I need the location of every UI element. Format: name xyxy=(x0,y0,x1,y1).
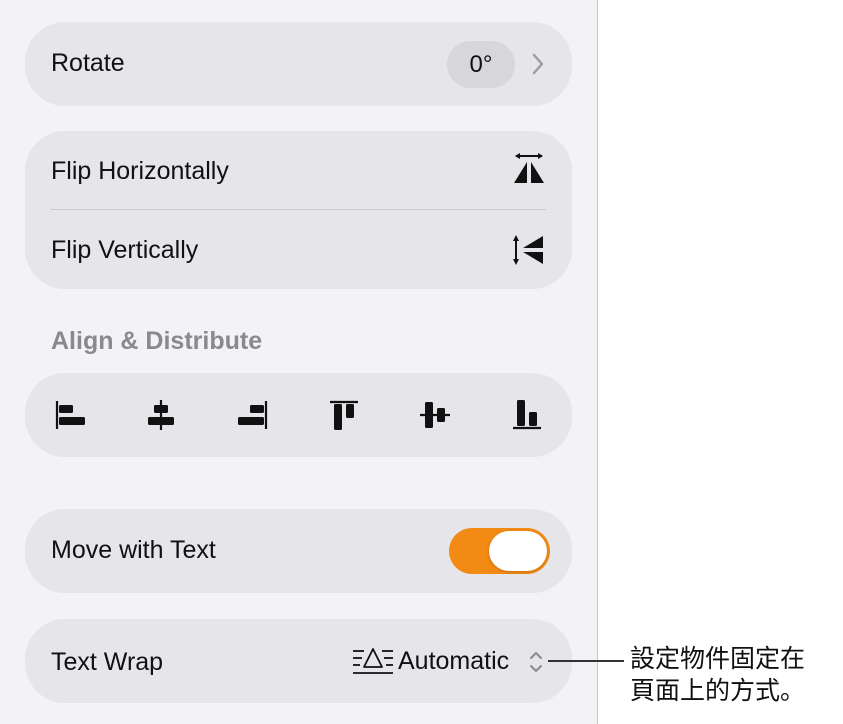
toggle-knob xyxy=(489,531,547,571)
callout-line-2: 頁面上的方式。 xyxy=(630,676,806,705)
align-middle-icon[interactable] xyxy=(417,397,453,433)
align-right-icon[interactable] xyxy=(235,397,271,433)
move-with-text-toggle[interactable] xyxy=(449,528,550,574)
chevron-updown-icon[interactable] xyxy=(526,647,546,677)
flip-vertically-label[interactable]: Flip Vertically xyxy=(51,236,198,265)
flip-divider xyxy=(51,209,546,210)
rotate-label: Rotate xyxy=(51,49,125,77)
align-distribute-header: Align & Distribute xyxy=(51,327,263,355)
align-top-icon[interactable] xyxy=(326,397,362,433)
flip-horizontal-icon[interactable] xyxy=(511,151,547,187)
align-center-icon[interactable] xyxy=(143,397,179,433)
align-bottom-icon[interactable] xyxy=(509,397,545,433)
move-with-text-label: Move with Text xyxy=(51,536,216,564)
align-toolbar xyxy=(25,373,572,457)
callout-line-1: 設定物件固定在 xyxy=(630,644,806,673)
arrange-panel: Rotate 0° Flip Horizontally Flip Vertica… xyxy=(0,0,598,724)
callout-leader-line xyxy=(548,660,624,662)
text-wrap-value[interactable]: Automatic xyxy=(398,647,509,676)
flip-vertical-icon[interactable] xyxy=(511,232,547,268)
chevron-right-icon[interactable] xyxy=(528,52,548,76)
move-with-text-row: Move with Text xyxy=(25,509,572,593)
flip-horizontally-label[interactable]: Flip Horizontally xyxy=(51,157,229,186)
text-wrap-icon xyxy=(352,647,394,677)
rotate-value-field[interactable]: 0° xyxy=(447,41,515,88)
text-wrap-row[interactable]: Text Wrap Automatic xyxy=(25,619,572,703)
callout-text: 設定物件固定在 頁面上的方式。 xyxy=(630,643,840,707)
text-wrap-label: Text Wrap xyxy=(51,648,164,676)
flip-group: Flip Horizontally Flip Vertically xyxy=(25,131,572,289)
rotate-row[interactable]: Rotate 0° xyxy=(25,22,572,106)
align-left-icon[interactable] xyxy=(52,397,88,433)
